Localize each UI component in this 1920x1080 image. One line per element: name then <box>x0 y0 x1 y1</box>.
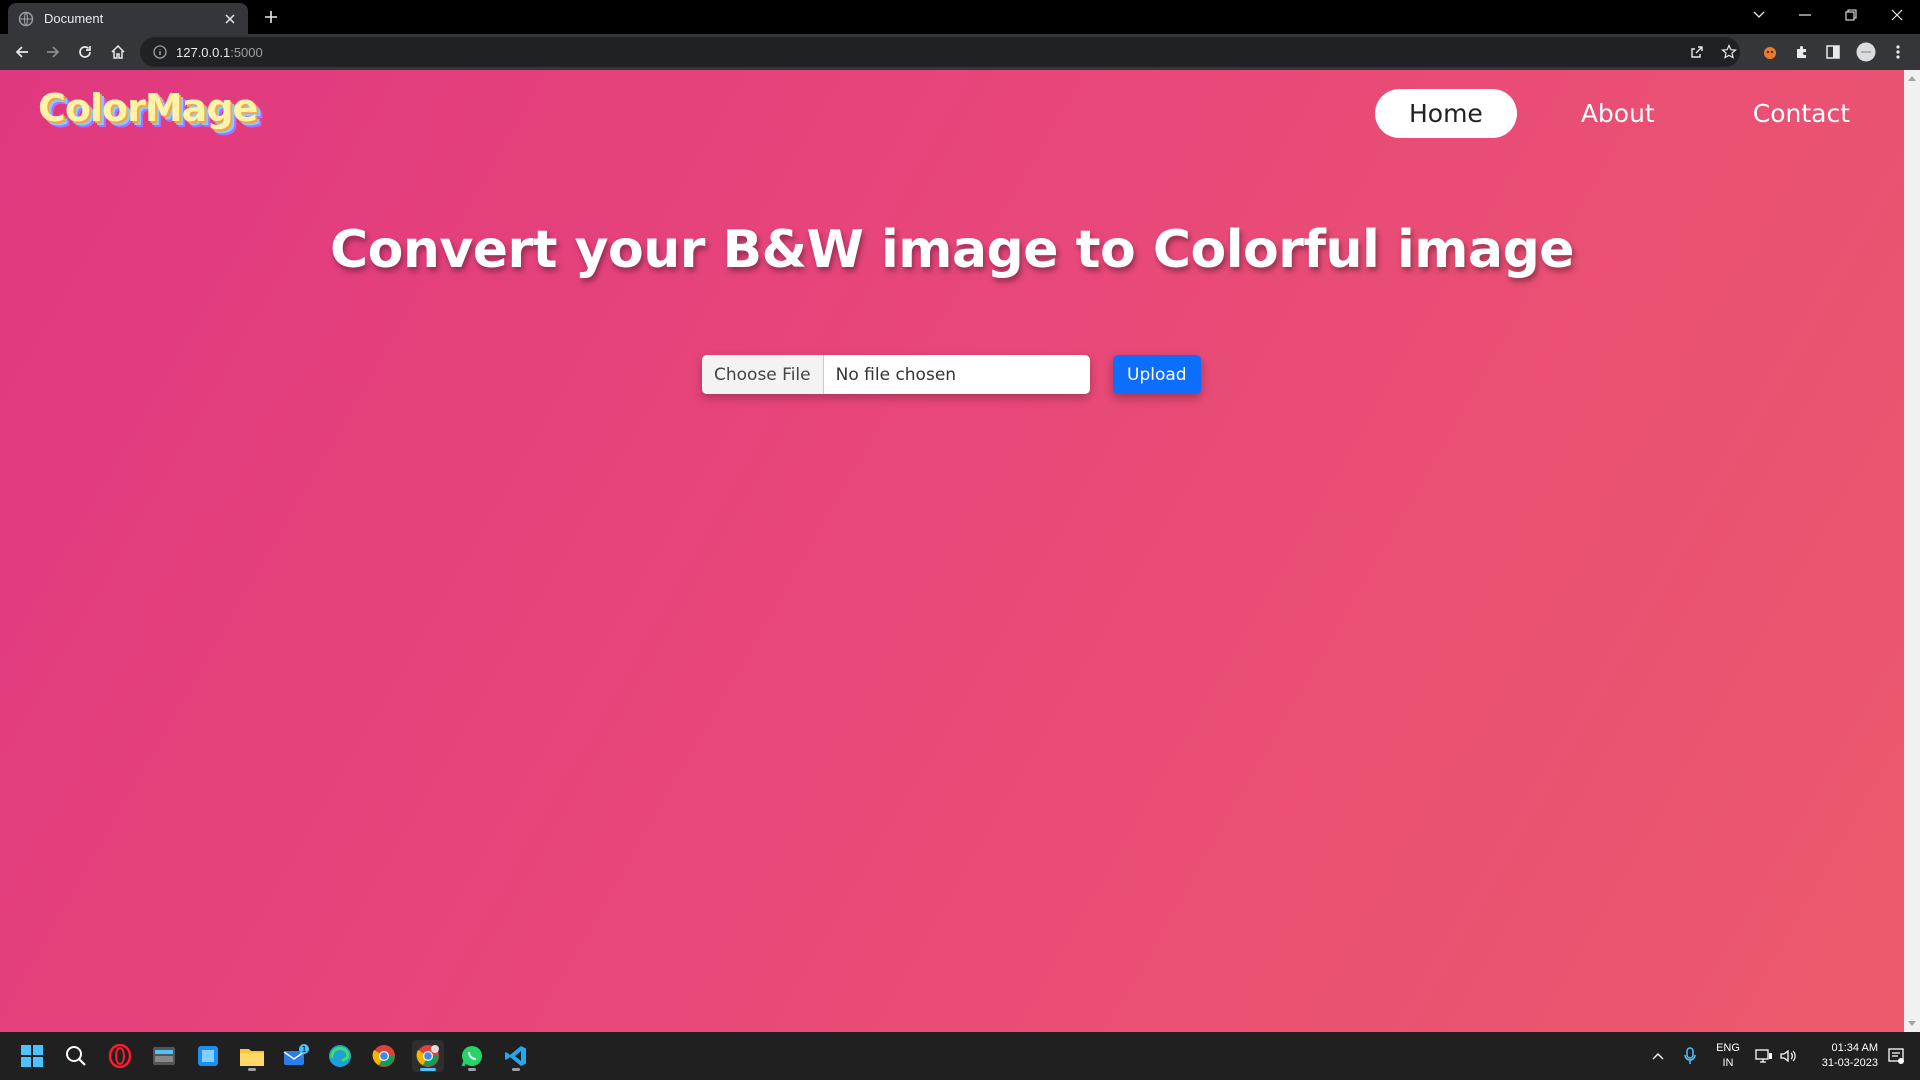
scrollbar[interactable] <box>1904 70 1920 1032</box>
scroll-down-icon[interactable] <box>1908 1020 1916 1028</box>
nav-home[interactable]: Home <box>1374 89 1517 138</box>
main-nav: Home About Contact <box>1374 89 1884 138</box>
upload-form: Choose File No file chosen Upload <box>702 355 1201 394</box>
active-indicator <box>420 1068 436 1071</box>
browser-tab[interactable]: Document <box>8 3 248 34</box>
language-indicator[interactable]: ENG IN <box>1713 1041 1743 1071</box>
tab-title: Document <box>44 11 104 26</box>
close-tab-icon[interactable] <box>222 11 238 27</box>
menu-icon[interactable] <box>1886 40 1910 64</box>
tab-strip: Document <box>0 0 1920 34</box>
mail-badge-count: 1 <box>301 1045 306 1054</box>
url-port: :5000 <box>230 44 263 60</box>
running-indicator <box>468 1068 476 1071</box>
page-viewport: ColorMage Home About Contact Convert you… <box>0 70 1920 1032</box>
search-icon[interactable] <box>60 1040 92 1072</box>
region-code: IN <box>1722 1057 1734 1069</box>
clock-time: 01:34 AM <box>1831 1042 1878 1054</box>
microphone-icon[interactable] <box>1674 1040 1706 1072</box>
globe-icon <box>18 11 34 27</box>
home-icon[interactable] <box>106 40 130 64</box>
logo[interactable]: ColorMage <box>38 86 258 130</box>
chrome-icon[interactable] <box>368 1040 400 1072</box>
extension-icon[interactable] <box>1758 40 1782 64</box>
forward-icon[interactable] <box>41 40 65 64</box>
restore-button[interactable] <box>1828 0 1874 30</box>
back-icon[interactable] <box>10 40 34 64</box>
nav-about[interactable]: About <box>1547 89 1689 138</box>
vscode-icon[interactable] <box>500 1040 532 1072</box>
nav-contact[interactable]: Contact <box>1719 89 1884 138</box>
bookmark-star-icon[interactable] <box>1717 40 1741 64</box>
profile-avatar[interactable] <box>1854 40 1878 64</box>
side-panel-icon[interactable] <box>1821 40 1845 64</box>
page-title: Convert your B&W image to Colorful image <box>329 220 1575 280</box>
tray-chevron-icon[interactable] <box>1642 1040 1674 1072</box>
close-window-button[interactable] <box>1874 0 1920 30</box>
keyboard-app-icon[interactable] <box>148 1040 180 1072</box>
url-host: 127.0.0.1 <box>176 44 231 60</box>
address-bar[interactable]: 127.0.0.1 :5000 <box>140 37 1740 67</box>
file-input[interactable]: Choose File No file chosen <box>702 355 1090 394</box>
opera-icon[interactable] <box>104 1040 136 1072</box>
new-tab-button[interactable] <box>260 6 282 28</box>
volume-icon[interactable] <box>1772 1040 1804 1072</box>
share-icon[interactable] <box>1685 40 1709 64</box>
language-code: ENG <box>1716 1042 1740 1054</box>
mail-icon[interactable]: 1 <box>280 1040 312 1072</box>
puzzle-icon[interactable] <box>1790 40 1814 64</box>
site-info-icon[interactable] <box>152 44 168 60</box>
system-clock[interactable]: 01:34 AM 31-03-2023 <box>1808 1041 1878 1071</box>
running-indicator <box>512 1068 520 1071</box>
widgets-icon[interactable] <box>192 1040 224 1072</box>
whatsapp-icon[interactable] <box>456 1040 488 1072</box>
minimize-button[interactable] <box>1782 0 1828 30</box>
reload-icon[interactable] <box>73 40 97 64</box>
browser-toolbar: 127.0.0.1 :5000 <box>0 34 1920 70</box>
file-explorer-icon[interactable] <box>236 1040 268 1072</box>
scroll-up-icon[interactable] <box>1908 74 1916 82</box>
windows-taskbar: 1 ENG IN 01:34 AM 31-03-2023 <box>0 1032 1920 1080</box>
edge-icon[interactable] <box>324 1040 356 1072</box>
file-status-text: No file chosen <box>835 364 957 385</box>
upload-button[interactable]: Upload <box>1113 355 1201 394</box>
running-indicator <box>248 1068 256 1071</box>
choose-file-button[interactable]: Choose File <box>702 355 824 394</box>
chrome-profile-icon[interactable] <box>412 1040 444 1072</box>
clock-date: 31-03-2023 <box>1821 1057 1878 1069</box>
windows-start-icon[interactable] <box>16 1040 48 1072</box>
tab-search-icon[interactable] <box>1736 0 1782 30</box>
notification-icon[interactable] <box>1880 1040 1912 1072</box>
